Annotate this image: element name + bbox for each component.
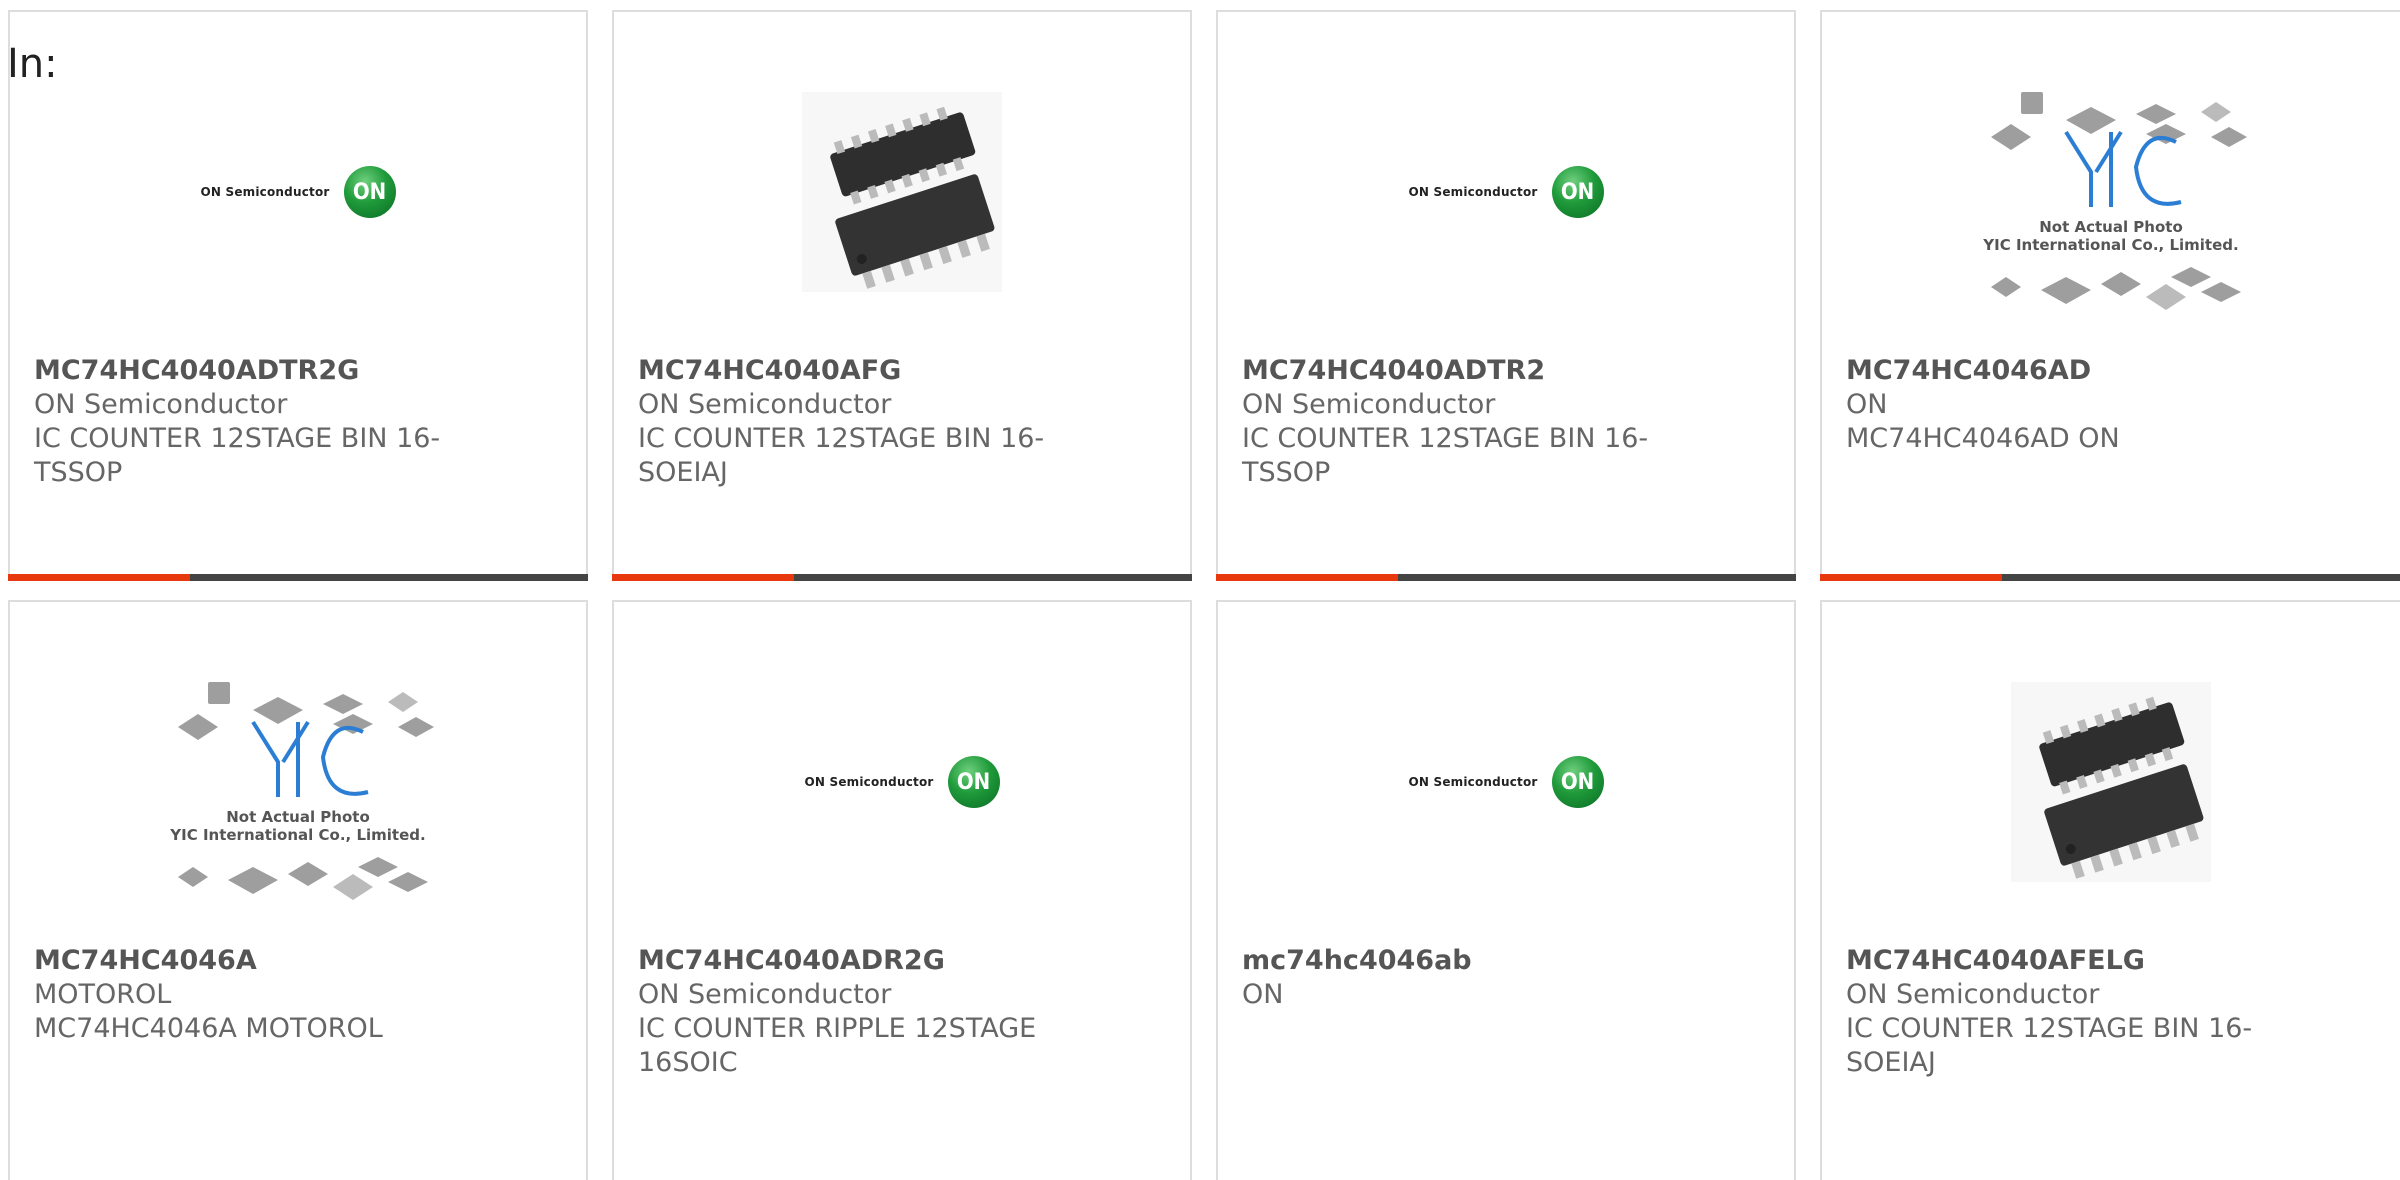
yic-placeholder-icon: Not Actual Photo YIC International Co., … bbox=[169, 682, 434, 900]
product-image[interactable]: Not Actual Photo YIC International Co., … bbox=[1822, 72, 2400, 312]
part-number-link[interactable]: MC74HC4040ADTR2 bbox=[1242, 354, 1662, 388]
on-semiconductor-logo: ON Semiconductor ON bbox=[1408, 756, 1604, 808]
svg-text:Not Actual Photo: Not Actual Photo bbox=[226, 808, 370, 826]
manufacturer: ON Semiconductor bbox=[638, 389, 892, 420]
product-image[interactable] bbox=[614, 72, 1190, 312]
manufacturer: ON Semiconductor bbox=[638, 979, 892, 1010]
part-number-link[interactable]: MC74HC4046AD bbox=[1846, 354, 2266, 388]
product-image[interactable]: ON Semiconductor ON bbox=[1218, 72, 1794, 312]
product-image[interactable]: ON Semiconductor ON bbox=[1218, 662, 1794, 902]
product-image[interactable] bbox=[1822, 662, 2400, 902]
manufacturer: ON bbox=[1846, 389, 1888, 420]
manufacturer: ON bbox=[1242, 979, 1284, 1010]
description: IC COUNTER 12STAGE BIN 16-TSSOP bbox=[1242, 423, 1649, 488]
manufacturer: ON Semiconductor bbox=[34, 389, 288, 420]
description: MC74HC4046A MOTOROL bbox=[34, 1013, 383, 1044]
product-card[interactable]: Not Actual Photo YIC International Co., … bbox=[1820, 10, 2400, 581]
part-number-link[interactable]: MC74HC4040ADTR2G bbox=[34, 354, 454, 388]
product-card[interactable]: ON Semiconductor ON mc74hc4046ab ON bbox=[1216, 600, 1796, 1180]
in-label: In: bbox=[7, 41, 58, 87]
product-grid: ON Semiconductor ON MC74HC4040ADTR2G ON … bbox=[0, 0, 2400, 1180]
description: MC74HC4046AD ON bbox=[1846, 423, 2120, 454]
product-image[interactable]: Not Actual Photo YIC International Co., … bbox=[10, 662, 586, 902]
part-number-link[interactable]: mc74hc4046ab bbox=[1242, 944, 1662, 978]
soic-chip-icon bbox=[802, 92, 1002, 292]
svg-text:YIC International Co., Limited: YIC International Co., Limited. bbox=[169, 826, 425, 844]
svg-text:YIC International Co., Limited: YIC International Co., Limited. bbox=[1982, 236, 2238, 254]
part-number-link[interactable]: MC74HC4040AFELG bbox=[1846, 944, 2266, 978]
on-semiconductor-logo: ON Semiconductor ON bbox=[804, 756, 1000, 808]
part-number-link[interactable]: MC74HC4040AFG bbox=[638, 354, 1058, 388]
on-semiconductor-logo: ON Semiconductor ON bbox=[1408, 166, 1604, 218]
description: IC COUNTER 12STAGE BIN 16-SOEIAJ bbox=[638, 423, 1045, 488]
product-card[interactable]: MC74HC4040AFG ON Semiconductor IC COUNTE… bbox=[612, 10, 1192, 581]
product-card[interactable]: Not Actual Photo YIC International Co., … bbox=[8, 600, 588, 1180]
card-bottom-bar bbox=[1820, 574, 2400, 581]
part-number-link[interactable]: MC74HC4040ADR2G bbox=[638, 944, 1058, 978]
product-card[interactable]: ON Semiconductor ON MC74HC4040ADR2G ON S… bbox=[612, 600, 1192, 1180]
product-card[interactable]: ON Semiconductor ON MC74HC4040ADTR2G ON … bbox=[8, 10, 588, 581]
product-image[interactable]: ON Semiconductor ON bbox=[10, 72, 586, 312]
manufacturer: MOTOROL bbox=[34, 979, 172, 1010]
description: IC COUNTER RIPPLE 12STAGE 16SOIC bbox=[638, 1013, 1037, 1078]
manufacturer: ON Semiconductor bbox=[1846, 979, 2100, 1010]
product-image[interactable]: ON Semiconductor ON bbox=[614, 662, 1190, 902]
description: IC COUNTER 12STAGE BIN 16-SOEIAJ bbox=[1846, 1013, 2253, 1078]
card-bottom-bar bbox=[1216, 574, 1796, 581]
soic-chip-icon bbox=[2011, 682, 2211, 882]
description: IC COUNTER 12STAGE BIN 16-TSSOP bbox=[34, 423, 441, 488]
manufacturer: ON Semiconductor bbox=[1242, 389, 1496, 420]
part-number-link[interactable]: MC74HC4046A bbox=[34, 944, 454, 978]
yic-placeholder-icon: Not Actual Photo YIC International Co., … bbox=[1982, 92, 2247, 310]
on-semiconductor-logo: ON Semiconductor ON bbox=[200, 166, 396, 218]
svg-text:Not Actual Photo: Not Actual Photo bbox=[2039, 218, 2183, 236]
product-card[interactable]: MC74HC4040AFELG ON Semiconductor IC COUN… bbox=[1820, 600, 2400, 1180]
card-bottom-bar bbox=[8, 574, 588, 581]
card-bottom-bar bbox=[612, 574, 1192, 581]
product-card[interactable]: ON Semiconductor ON MC74HC4040ADTR2 ON S… bbox=[1216, 10, 1796, 581]
